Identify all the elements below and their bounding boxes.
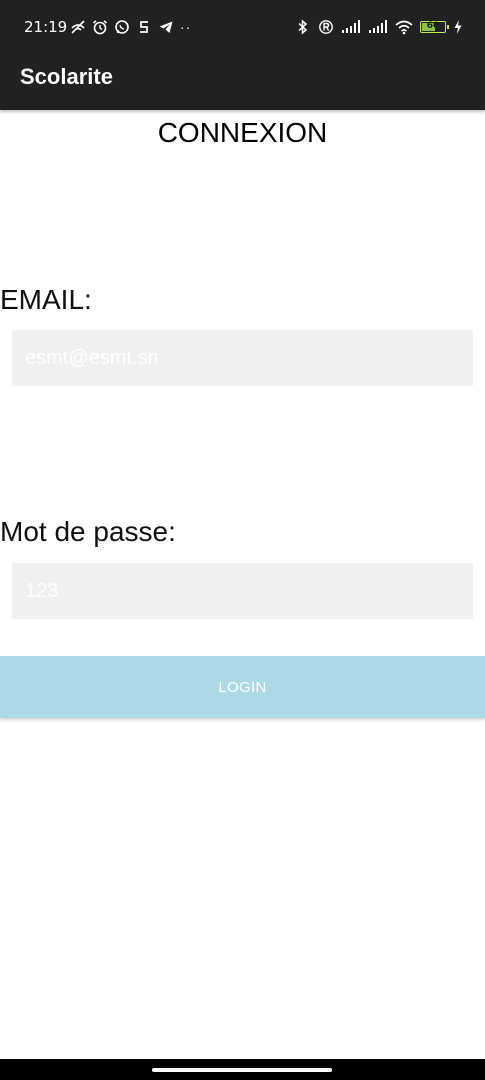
password-label: Mot de passe: xyxy=(0,516,176,547)
signal-icon xyxy=(341,19,361,35)
app-title: Scolarite xyxy=(20,64,113,89)
more-dots-icon: ·· xyxy=(180,19,192,35)
wifi-icon xyxy=(395,19,413,35)
battery-nub xyxy=(447,25,449,29)
email-field[interactable] xyxy=(12,330,473,386)
signal-icon xyxy=(368,19,388,35)
alarm-icon xyxy=(92,19,108,35)
charging-bolt-icon xyxy=(453,19,463,35)
password-field[interactable] xyxy=(12,563,473,619)
gesture-handle[interactable] xyxy=(152,1068,332,1072)
telegram-icon xyxy=(158,19,174,35)
app-bar: Scolarite xyxy=(0,42,485,110)
status-left-icons: ·· xyxy=(70,18,191,36)
whatsapp-icon xyxy=(114,19,130,35)
login-button[interactable]: LOGIN xyxy=(0,656,485,718)
wifi-call-off-icon xyxy=(70,19,86,35)
bluetooth-icon xyxy=(295,19,311,35)
email-label: EMAIL: xyxy=(0,284,92,315)
battery-icon: 60 xyxy=(420,21,449,33)
battery-level: 60 xyxy=(426,21,440,31)
page-title: CONNEXION xyxy=(157,117,328,148)
s-app-icon xyxy=(136,19,152,35)
status-time: 21:19 xyxy=(24,18,68,36)
registered-icon xyxy=(318,19,334,35)
navigation-bar xyxy=(0,1059,485,1080)
status-bar: 21:19 ·· 60 xyxy=(0,0,485,42)
status-right-icons: 60 xyxy=(295,18,463,36)
